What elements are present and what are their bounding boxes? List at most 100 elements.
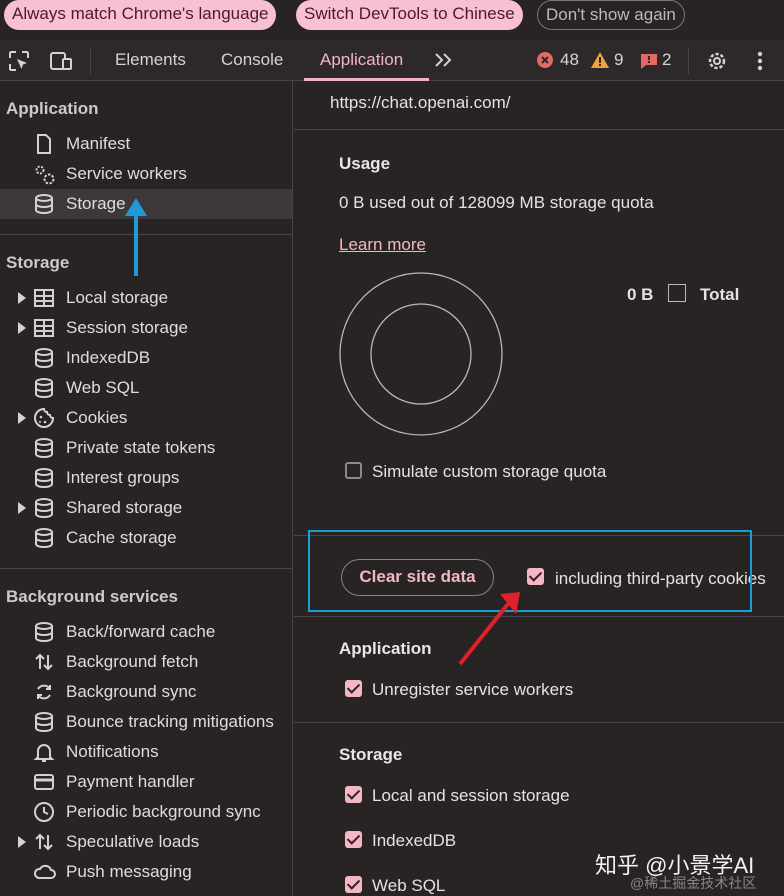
database-icon xyxy=(33,497,55,519)
sidebar-item-shared-storage[interactable]: Shared storage xyxy=(0,493,292,523)
sidebar-item-cookies[interactable]: Cookies xyxy=(0,403,292,433)
red-arrow-annotation xyxy=(458,592,520,666)
expand-triangle-icon[interactable] xyxy=(18,502,26,514)
sidebar-item-label: IndexedDB xyxy=(66,348,151,367)
indexeddb-checkbox[interactable] xyxy=(345,831,362,848)
toolbar-divider xyxy=(90,48,91,74)
table-icon xyxy=(33,317,55,339)
more-options-icon[interactable] xyxy=(750,48,770,74)
device-toolbar-icon[interactable] xyxy=(47,48,75,74)
sidebar-heading-storage: Storage xyxy=(6,253,70,272)
dont-show-again-button[interactable]: Don't show again xyxy=(537,0,685,30)
database-icon xyxy=(33,193,55,215)
sidebar-item-label: Web SQL xyxy=(66,378,140,397)
inspect-element-icon[interactable] xyxy=(6,48,32,74)
sidebar-item-manifest[interactable]: Manifest xyxy=(0,129,292,159)
sidebar-item-label: Storage xyxy=(66,194,126,213)
clock-icon xyxy=(33,801,55,823)
sidebar-item-label: Cache storage xyxy=(66,528,177,547)
sidebar-item-session-storage[interactable]: Session storage xyxy=(0,313,292,343)
juejin-watermark: @稀土掘金技术社区 xyxy=(630,875,757,891)
legend-swatch xyxy=(668,284,686,302)
sidebar-item-label: Manifest xyxy=(66,134,131,153)
document-icon xyxy=(33,133,55,155)
sidebar-item-indexeddb[interactable]: IndexedDB xyxy=(0,343,292,373)
up-down-arrows-icon xyxy=(33,831,55,853)
database-icon xyxy=(33,437,55,459)
language-infobar: Always match Chrome's language Switch De… xyxy=(0,0,784,40)
legend-value: 0 B xyxy=(627,285,654,304)
issues-icon[interactable] xyxy=(640,52,658,70)
expand-triangle-icon[interactable] xyxy=(18,836,26,848)
expand-triangle-icon[interactable] xyxy=(18,322,26,334)
sidebar-item-cache-storage[interactable]: Cache storage xyxy=(0,523,292,553)
database-icon xyxy=(33,621,55,643)
sidebar-item-label: Session storage xyxy=(66,318,188,337)
usage-pie-chart xyxy=(339,272,503,436)
legend-label: Total xyxy=(700,285,740,304)
main-divider xyxy=(294,129,784,130)
warning-count[interactable]: 9 xyxy=(614,40,623,80)
sidebar-item-service-workers[interactable]: Service workers xyxy=(0,159,292,189)
application-section-heading: Application xyxy=(339,639,432,658)
sidebar-item-local-storage[interactable]: Local storage xyxy=(0,283,292,313)
sidebar-item-label: Local storage xyxy=(66,288,169,307)
settings-gear-icon[interactable] xyxy=(704,48,730,74)
card-icon xyxy=(33,771,55,793)
sidebar-item-label: Back/forward cache xyxy=(66,622,216,641)
sidebar-item-private-state-tokens[interactable]: Private state tokens xyxy=(0,433,292,463)
blue-arrow-annotation xyxy=(125,198,147,276)
sidebar-item-label: Service workers xyxy=(66,164,187,183)
sidebar-item-bounce-tracking-mitigations[interactable]: Bounce tracking mitigations xyxy=(0,707,292,737)
sidebar-item-background-sync[interactable]: Background sync xyxy=(0,677,292,707)
more-tabs-icon[interactable] xyxy=(432,48,456,72)
sidebar-item-web-sql[interactable]: Web SQL xyxy=(0,373,292,403)
websql-checkbox[interactable] xyxy=(345,876,362,893)
switch-to-chinese-button[interactable]: Switch DevTools to Chinese xyxy=(296,0,523,30)
simulate-quota-checkbox[interactable] xyxy=(345,462,362,479)
error-icon[interactable] xyxy=(536,51,554,69)
sidebar-item-speculative-loads[interactable]: Speculative loads xyxy=(0,827,292,857)
table-icon xyxy=(33,287,55,309)
expand-triangle-icon[interactable] xyxy=(18,292,26,304)
sidebar-item-push-messaging[interactable]: Push messaging xyxy=(0,857,292,887)
sidebar-divider-2 xyxy=(0,568,293,569)
cookie-icon xyxy=(33,407,55,429)
bell-icon xyxy=(33,741,55,763)
sidebar-item-back-forward-cache[interactable]: Back/forward cache xyxy=(0,617,292,647)
sidebar-item-label: Payment handler xyxy=(66,772,195,791)
sidebar-item-notifications[interactable]: Notifications xyxy=(0,737,292,767)
always-match-language-button[interactable]: Always match Chrome's language xyxy=(4,0,277,30)
unregister-sw-label: Unregister service workers xyxy=(372,680,574,699)
devtools-toolbar: Elements Console Application 48 9 2 xyxy=(0,40,784,81)
unregister-sw-checkbox[interactable] xyxy=(345,680,362,697)
expand-triangle-icon[interactable] xyxy=(18,412,26,424)
learn-more-link[interactable]: Learn more xyxy=(339,235,426,255)
sidebar-item-interest-groups[interactable]: Interest groups xyxy=(0,463,292,493)
sidebar-item-label: Cookies xyxy=(66,408,128,427)
usage-heading: Usage xyxy=(339,154,391,173)
database-icon xyxy=(33,467,55,489)
sidebar-heading-application: Application xyxy=(6,99,99,118)
sync-icon xyxy=(33,681,55,703)
sidebar-item-payment-handler[interactable]: Payment handler xyxy=(0,767,292,797)
local-session-storage-checkbox[interactable] xyxy=(345,786,362,803)
sidebar-item-periodic-background-sync[interactable]: Periodic background sync xyxy=(0,797,292,827)
error-count[interactable]: 48 xyxy=(560,40,579,80)
tab-console[interactable]: Console xyxy=(221,40,283,80)
gears-icon xyxy=(33,163,55,185)
sidebar-item-label: Speculative loads xyxy=(66,832,200,851)
tab-application[interactable]: Application xyxy=(320,40,403,80)
indexeddb-label: IndexedDB xyxy=(372,831,457,850)
origin-url: https://chat.openai.com/ xyxy=(330,93,511,112)
local-session-storage-label: Local and session storage xyxy=(372,786,570,805)
database-icon xyxy=(33,711,55,733)
issue-count[interactable]: 2 xyxy=(662,40,671,80)
storage-section-heading: Storage xyxy=(339,745,403,764)
sidebar-item-background-fetch[interactable]: Background fetch xyxy=(0,647,292,677)
main-divider-4 xyxy=(294,722,784,723)
warning-icon[interactable] xyxy=(590,51,610,69)
tab-elements[interactable]: Elements xyxy=(115,40,186,80)
active-tab-indicator xyxy=(304,78,429,81)
toolbar-divider-2 xyxy=(688,48,689,74)
